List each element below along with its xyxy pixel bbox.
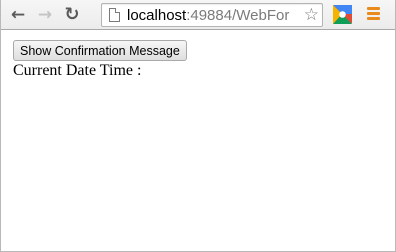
browser-window: ← → ↻ localhost:49884/WebFor ☆ Show Conf…	[0, 0, 396, 252]
forward-arrow-icon[interactable]: →	[33, 3, 57, 27]
current-datetime-label: Current Date Time :	[13, 62, 142, 79]
back-arrow-icon[interactable]: ←	[6, 3, 30, 27]
page-content: Show Confirmation Message Current Date T…	[2, 31, 395, 250]
menu-bar	[367, 17, 380, 20]
menu-bar	[367, 7, 380, 10]
reload-icon[interactable]: ↻	[60, 3, 84, 27]
show-confirmation-button[interactable]: Show Confirmation Message	[13, 40, 187, 61]
address-bar[interactable]: localhost:49884/WebFor ☆	[101, 3, 323, 27]
star-icon[interactable]: ☆	[301, 5, 319, 25]
page-icon	[109, 8, 120, 22]
browser-toolbar: ← → ↻ localhost:49884/WebFor ☆	[1, 0, 395, 30]
url-host: localhost	[127, 7, 187, 24]
extension-icon[interactable]	[333, 5, 352, 24]
address-url[interactable]: localhost:49884/WebFor	[127, 7, 289, 24]
menu-bar	[367, 12, 380, 15]
menu-icon[interactable]	[367, 7, 381, 21]
url-path: :49884/WebFor	[186, 7, 290, 24]
